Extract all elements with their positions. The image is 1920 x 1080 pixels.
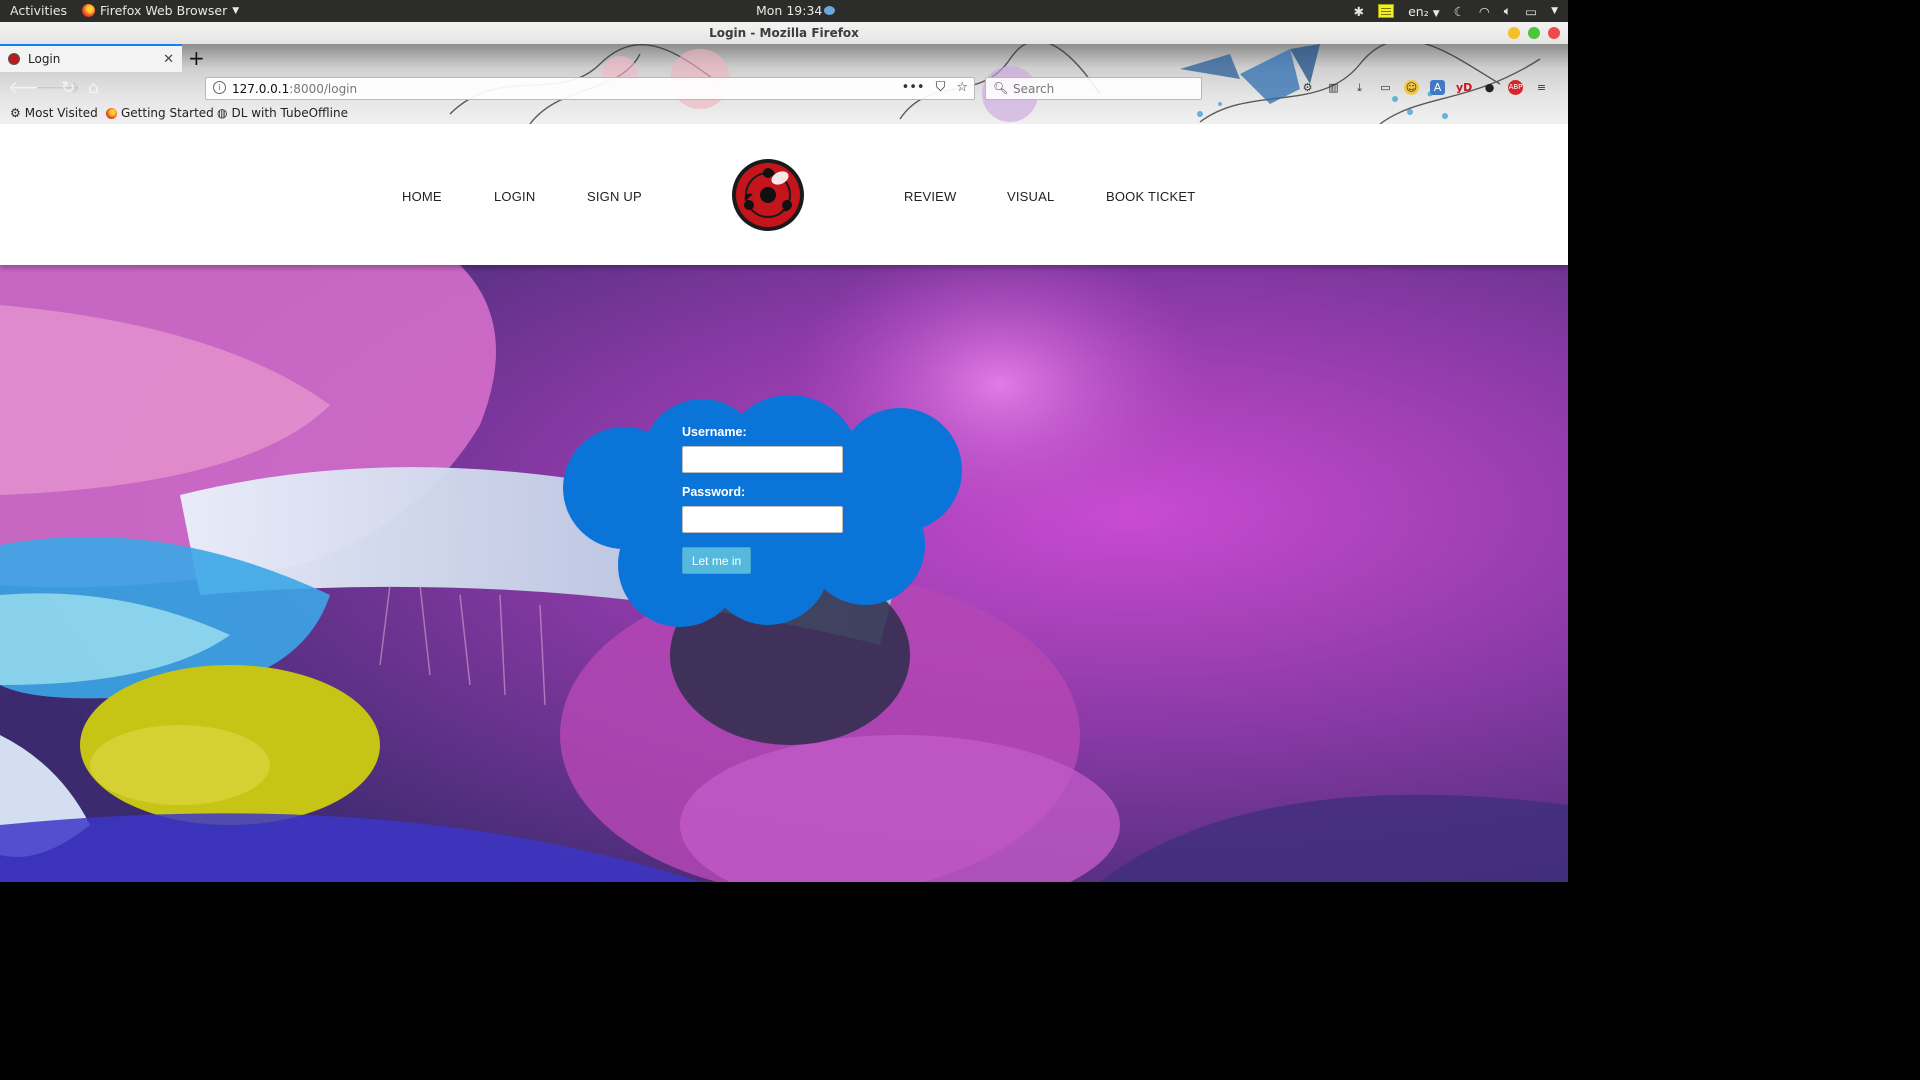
home-button[interactable]: ⌂ bbox=[88, 78, 99, 98]
browser-chrome: Login ✕ + 🡐 🡒 ↻ ⌂ i 127.0.0.1:8000/login… bbox=[0, 44, 1568, 124]
tab-title: Login bbox=[28, 52, 61, 66]
new-tab-button[interactable]: + bbox=[188, 46, 205, 70]
nav-book-ticket[interactable]: BOOK TICKET bbox=[1106, 189, 1195, 204]
close-window-button[interactable] bbox=[1548, 27, 1560, 39]
bookmark-label: Getting Started bbox=[121, 106, 214, 120]
navigation-toolbar: 🡐 🡒 ↻ ⌂ i 127.0.0.1:8000/login ••• ⛉ ☆ 🔍… bbox=[0, 72, 1568, 104]
bookmark-most-visited[interactable]: ⚙ Most Visited bbox=[10, 106, 98, 120]
search-bar[interactable]: 🔍︎ Search bbox=[985, 77, 1202, 100]
notification-icon bbox=[824, 6, 836, 15]
firefox-icon bbox=[106, 107, 117, 119]
bookmark-label: Most Visited bbox=[24, 106, 98, 120]
url-bar[interactable]: i 127.0.0.1:8000/login ••• ⛉ ☆ bbox=[205, 77, 975, 100]
search-icon: 🔍︎ bbox=[993, 81, 1009, 95]
bookmark-tubeoffline[interactable]: ◍ DL with TubeOffline bbox=[217, 106, 348, 120]
site-info-icon[interactable]: i bbox=[213, 81, 226, 94]
adblock-plus-icon[interactable]: ABP bbox=[1508, 80, 1523, 95]
pocket-icon[interactable]: ⛉ bbox=[936, 80, 946, 95]
emoji-extension-icon[interactable]: ☺ bbox=[1404, 80, 1419, 95]
bookmarks-toolbar: ⚙ Most Visited Getting Started ◍ DL with… bbox=[0, 104, 1568, 124]
volume-icon[interactable]: 🔈︎ bbox=[1504, 3, 1512, 19]
bookmark-getting-started[interactable]: Getting Started bbox=[106, 106, 214, 120]
nav-sign-up[interactable]: SIGN UP bbox=[587, 189, 642, 204]
clock-label: Mon 19:34 bbox=[756, 3, 823, 18]
hamburger-menu-icon[interactable]: ≡ bbox=[1534, 80, 1549, 95]
maximize-button[interactable] bbox=[1528, 27, 1540, 39]
page-actions-menu-icon[interactable]: ••• bbox=[902, 80, 925, 95]
window-title: Login - Mozilla Firefox bbox=[709, 26, 859, 40]
keyboard-layout-label: en₂ bbox=[1408, 3, 1429, 19]
password-input[interactable] bbox=[682, 506, 843, 533]
url-path: :8000/login bbox=[289, 82, 358, 96]
sidebar-icon[interactable]: ▭ bbox=[1378, 80, 1393, 95]
window-controls bbox=[1508, 27, 1560, 39]
nav-login[interactable]: LOGIN bbox=[494, 189, 535, 204]
tab-strip: Login ✕ + bbox=[0, 44, 1568, 72]
system-top-bar: Activities Firefox Web Browser ▼ Mon 19:… bbox=[0, 0, 1568, 22]
activities-button[interactable]: Activities bbox=[10, 3, 67, 18]
chevron-down-icon: ▼ bbox=[1432, 8, 1440, 19]
wifi-icon[interactable]: ◠ bbox=[1479, 4, 1490, 19]
reload-button[interactable]: ↻ bbox=[61, 78, 75, 98]
username-label: Username: bbox=[682, 425, 747, 439]
site-header: HOME LOGIN SIGN UP REVIEW VISUAL BOOK TI… bbox=[0, 124, 1568, 265]
night-light-icon[interactable]: ☾ bbox=[1454, 4, 1465, 19]
firefox-icon bbox=[82, 4, 95, 17]
nav-review[interactable]: REVIEW bbox=[904, 189, 956, 204]
page-actions: ••• ⛉ ☆ bbox=[902, 80, 968, 95]
gear-icon: ⚙ bbox=[10, 106, 21, 120]
password-label: Password: bbox=[682, 485, 746, 499]
clock[interactable]: Mon 19:34 bbox=[756, 3, 836, 18]
site-favicon-icon bbox=[8, 53, 20, 65]
keyboard-layout[interactable]: en₂ ▼ bbox=[1408, 4, 1440, 19]
web-page: HOME LOGIN SIGN UP REVIEW VISUAL BOOK TI… bbox=[0, 124, 1568, 882]
toolbar-extensions: ⚙ ▥ ⤓ ▭ ☺ A yD ● ABP ≡ bbox=[1300, 80, 1549, 95]
nav-home[interactable]: HOME bbox=[402, 189, 442, 204]
extension-icon[interactable]: ⚙ bbox=[1300, 80, 1315, 95]
url-text[interactable]: 127.0.0.1:8000/login bbox=[232, 82, 357, 96]
url-host: 127.0.0.1 bbox=[232, 82, 290, 96]
bookmark-star-icon[interactable]: ☆ bbox=[956, 80, 968, 95]
color-extension-icon[interactable]: ● bbox=[1482, 80, 1497, 95]
window-title-bar[interactable]: Login - Mozilla Firefox bbox=[0, 22, 1568, 45]
bookmark-label: DL with TubeOffline bbox=[231, 106, 348, 120]
username-input[interactable] bbox=[682, 446, 843, 473]
yandex-extension-icon[interactable]: yD bbox=[1456, 80, 1472, 95]
sticky-notes-icon[interactable] bbox=[1378, 4, 1395, 18]
chevron-down-icon: ▼ bbox=[232, 5, 240, 16]
search-placeholder: Search bbox=[1013, 82, 1055, 96]
bluetooth-icon[interactable]: ✱ bbox=[1354, 4, 1364, 19]
nav-visual[interactable]: VISUAL bbox=[1007, 189, 1054, 204]
app-menu[interactable]: Firefox Web Browser ▼ bbox=[82, 3, 239, 18]
login-submit-button[interactable]: Let me in bbox=[682, 547, 751, 574]
chevron-down-icon[interactable]: ▼ bbox=[1551, 6, 1558, 16]
close-tab-icon[interactable]: ✕ bbox=[163, 52, 174, 67]
tab-login[interactable]: Login ✕ bbox=[0, 44, 182, 72]
translate-extension-icon[interactable]: A bbox=[1430, 80, 1445, 95]
minimize-button[interactable] bbox=[1508, 27, 1520, 39]
app-menu-label: Firefox Web Browser bbox=[100, 3, 228, 18]
globe-icon: ◍ bbox=[217, 106, 228, 120]
download-icon[interactable]: ⤓ bbox=[1352, 80, 1367, 95]
login-form: Username: Password: Let me in bbox=[682, 425, 852, 574]
library-icon[interactable]: ▥ bbox=[1326, 80, 1341, 95]
system-tray: ✱ en₂ ▼ ☾ ◠ 🔈︎ ▭ ▼ bbox=[1354, 3, 1558, 19]
sharingan-logo[interactable] bbox=[731, 158, 805, 232]
battery-icon[interactable]: ▭ bbox=[1525, 4, 1537, 19]
